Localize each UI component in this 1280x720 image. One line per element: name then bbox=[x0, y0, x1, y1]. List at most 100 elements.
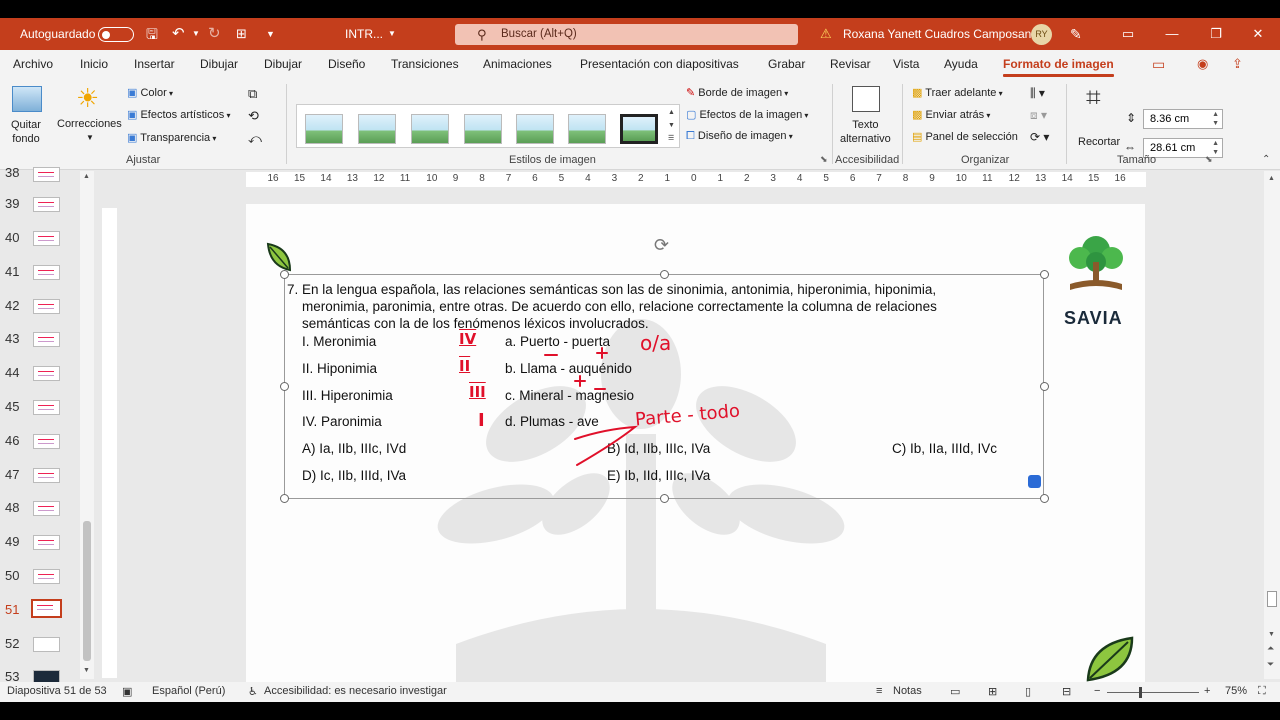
picture-style-6[interactable] bbox=[568, 114, 606, 144]
undo-icon[interactable]: ↶ bbox=[172, 18, 185, 50]
send-backward-button[interactable]: Enviar atrás bbox=[925, 109, 984, 121]
share-icon[interactable]: ⇪ bbox=[1232, 50, 1243, 78]
scroll-down-icon[interactable]: ▼ bbox=[83, 667, 90, 674]
file-name[interactable]: INTR... bbox=[345, 18, 383, 50]
fit-to-window-icon[interactable]: ⛶ bbox=[1258, 685, 1266, 698]
close-icon[interactable]: ✕ bbox=[1236, 18, 1280, 50]
resize-handle[interactable] bbox=[280, 382, 289, 391]
slide-thumbnail[interactable] bbox=[33, 231, 60, 246]
slide-thumbnail[interactable] bbox=[33, 265, 60, 280]
scroll-up-icon[interactable]: ▲ bbox=[83, 173, 90, 180]
group-objects-icon[interactable]: ⧈ ▾ bbox=[1030, 108, 1047, 123]
restore-icon[interactable]: ❐ bbox=[1194, 18, 1238, 50]
previous-slide-icon[interactable]: ⏶ bbox=[1267, 643, 1274, 654]
picture-style-7[interactable] bbox=[620, 114, 658, 144]
slide-thumbnail[interactable] bbox=[33, 434, 60, 449]
rotate-handle-icon[interactable]: ⟳ bbox=[654, 235, 669, 256]
avatar[interactable]: RY bbox=[1031, 24, 1052, 45]
picture-style-3[interactable] bbox=[411, 114, 449, 144]
picture-layout-button[interactable]: Diseño de imagen bbox=[698, 130, 787, 142]
quitar-fondo-label-2[interactable]: fondo bbox=[11, 132, 41, 146]
picture-style-1[interactable] bbox=[305, 114, 343, 144]
redo-icon[interactable]: ↻ bbox=[208, 18, 221, 50]
slide-thumbnail[interactable] bbox=[33, 366, 60, 381]
tab-formato-imagen[interactable]: Formato de imagen bbox=[1003, 50, 1114, 78]
corrections-button[interactable]: Correcciones bbox=[57, 118, 122, 130]
transparency-button[interactable]: Transparencia bbox=[140, 132, 210, 144]
picture-effects-button[interactable]: Efectos de la imagen bbox=[699, 109, 802, 121]
zoom-slider[interactable] bbox=[1107, 692, 1199, 693]
height-stepper-icon[interactable]: ▲ ▼ bbox=[1212, 110, 1219, 128]
collapse-ribbon-icon[interactable]: ⌃ bbox=[1262, 154, 1270, 165]
dialog-launcher-icon[interactable]: ⬊ bbox=[820, 154, 828, 165]
scrollbar-thumb[interactable] bbox=[83, 521, 91, 661]
minimize-icon[interactable]: — bbox=[1150, 18, 1194, 50]
crop-icon[interactable]: ⌗ bbox=[1086, 82, 1101, 114]
zoom-in-icon[interactable]: + bbox=[1204, 685, 1210, 697]
zoom-slider-thumb[interactable] bbox=[1139, 687, 1142, 698]
slide-thumbnail[interactable] bbox=[33, 167, 60, 182]
language-indicator[interactable]: Español (Perú) bbox=[152, 685, 225, 697]
tab-insertar[interactable]: Insertar bbox=[134, 50, 175, 78]
pen-icon[interactable]: ✎ bbox=[1070, 18, 1082, 50]
next-slide-icon[interactable]: ⏷ bbox=[1267, 659, 1274, 670]
comments-icon[interactable]: ▭ bbox=[1152, 50, 1165, 78]
tab-revisar[interactable]: Revisar bbox=[830, 50, 871, 78]
picture-style-4[interactable] bbox=[464, 114, 502, 144]
resize-handle[interactable] bbox=[280, 270, 289, 279]
dialog-launcher-icon[interactable]: ⬊ bbox=[1205, 154, 1213, 165]
slide-thumbnail[interactable] bbox=[33, 400, 60, 415]
tab-transiciones[interactable]: Transiciones bbox=[391, 50, 459, 78]
tab-presentacion[interactable]: Presentación con diapositivas bbox=[580, 50, 739, 78]
thumbnail-scrollbar[interactable]: ▲ ▼ bbox=[80, 171, 94, 679]
selection-pane-button[interactable]: Panel de selección bbox=[925, 131, 1017, 143]
artistic-effects-button[interactable]: Efectos artísticos bbox=[140, 109, 224, 121]
slideshow-icon[interactable]: ⊟ bbox=[1062, 685, 1071, 698]
customize-toolbar-icon[interactable]: ▼ bbox=[266, 18, 275, 50]
tab-dibujar-2[interactable]: Dibujar bbox=[264, 50, 302, 78]
zoom-out-icon[interactable]: − bbox=[1094, 685, 1100, 697]
tab-vista[interactable]: Vista bbox=[893, 50, 919, 78]
undo-dropdown-icon[interactable]: ▼ bbox=[192, 18, 200, 50]
tab-archivo[interactable]: Archivo bbox=[13, 50, 53, 78]
notes-button[interactable]: Notas bbox=[893, 685, 922, 697]
present-icon[interactable]: ⊞ bbox=[236, 18, 247, 50]
tab-dibujar[interactable]: Dibujar bbox=[200, 50, 238, 78]
tab-inicio[interactable]: Inicio bbox=[80, 50, 108, 78]
picture-style-5[interactable] bbox=[516, 114, 554, 144]
ribbon-display-icon[interactable]: ▭ bbox=[1106, 18, 1150, 50]
resize-handle[interactable] bbox=[1040, 382, 1049, 391]
zoom-level[interactable]: 75% bbox=[1225, 685, 1247, 697]
remove-background-icon[interactable] bbox=[12, 86, 42, 112]
question-picture-selected[interactable]: ⟳ 7. En la lengua española, las relacion… bbox=[280, 235, 1049, 503]
chevron-down-icon[interactable]: ▼ bbox=[388, 18, 396, 50]
slide-thumbnail[interactable] bbox=[33, 501, 60, 516]
color-button[interactable]: Color bbox=[140, 87, 166, 99]
tab-grabar[interactable]: Grabar bbox=[768, 50, 805, 78]
align-icon[interactable]: ⫼ ▾ bbox=[1030, 86, 1045, 101]
alt-text-label-1[interactable]: Texto bbox=[840, 118, 891, 132]
corrections-icon[interactable]: ☀ bbox=[76, 83, 99, 114]
resize-handle[interactable] bbox=[660, 494, 669, 503]
resize-handle[interactable] bbox=[280, 494, 289, 503]
save-icon[interactable]: 🖫 bbox=[146, 18, 158, 50]
slide-thumbnail[interactable] bbox=[33, 637, 60, 652]
scroll-down-icon[interactable]: ▼ bbox=[1268, 631, 1275, 638]
layout-options-icon[interactable] bbox=[1028, 475, 1041, 488]
record-icon[interactable]: ◉ bbox=[1197, 50, 1208, 78]
resize-handle[interactable] bbox=[660, 270, 669, 279]
reset-picture-icon[interactable]: ⤺ bbox=[248, 131, 262, 147]
slide-thumbnail[interactable] bbox=[33, 468, 60, 483]
slide-sorter-icon[interactable]: ⊞ bbox=[988, 685, 997, 698]
chevron-down-icon[interactable]: ▼ bbox=[86, 133, 94, 142]
slide-thumbnail[interactable] bbox=[33, 299, 60, 314]
spellcheck-icon[interactable]: ▣ bbox=[122, 685, 132, 698]
gallery-scroll-icon[interactable]: ▲ ▼ ☰ bbox=[668, 106, 675, 145]
scrollbar-thumb[interactable] bbox=[1267, 591, 1277, 607]
resize-handle[interactable] bbox=[1040, 494, 1049, 503]
resize-handle[interactable] bbox=[1040, 270, 1049, 279]
search-input[interactable]: ⚲ Buscar (Alt+Q) bbox=[455, 24, 798, 45]
compress-pictures-icon[interactable]: ⧉ bbox=[248, 86, 257, 102]
tab-ayuda[interactable]: Ayuda bbox=[944, 50, 978, 78]
tab-diseno[interactable]: Diseño bbox=[328, 50, 365, 78]
